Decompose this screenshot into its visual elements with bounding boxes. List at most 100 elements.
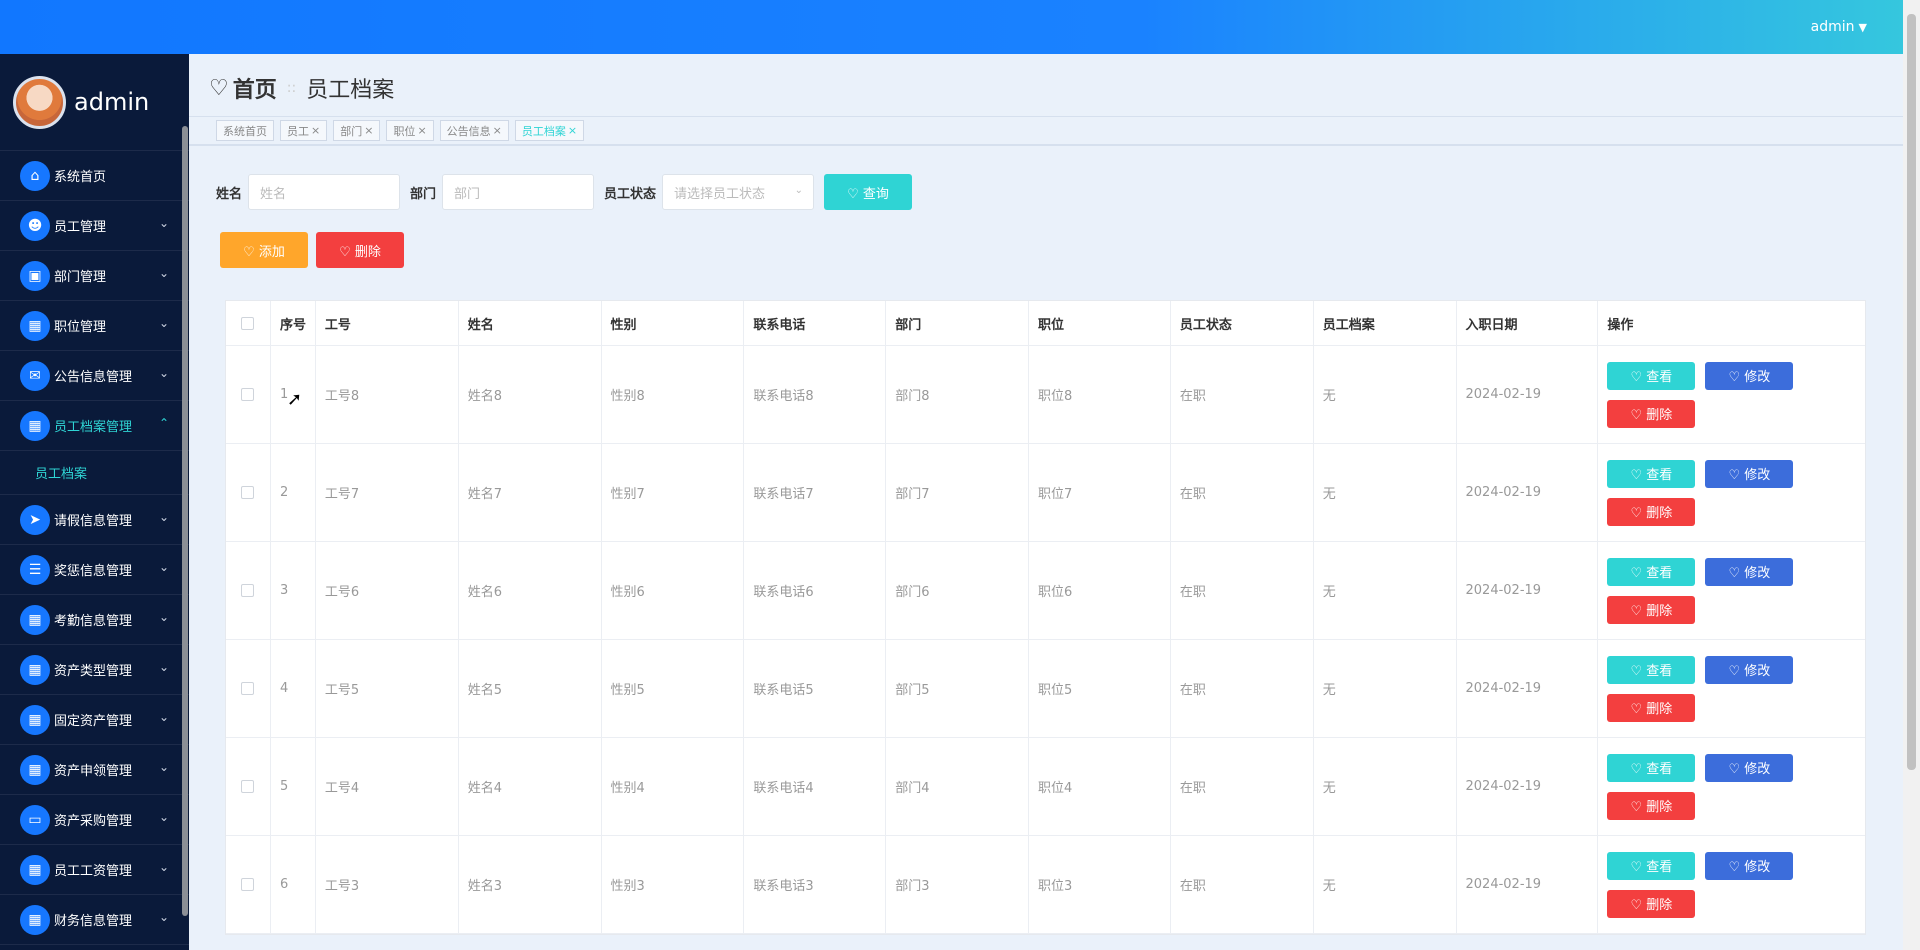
- sidebar-item[interactable]: ▦ 职位管理 ⌄: [0, 301, 189, 351]
- view-button[interactable]: ♡ 查看: [1607, 361, 1696, 390]
- sidebar-item[interactable]: ▣ 部门管理 ⌄: [0, 251, 189, 301]
- sidebar-scrollbar[interactable]: [182, 126, 188, 916]
- tab-label[interactable]: 员工: [287, 123, 309, 139]
- row-delete-button[interactable]: ♡ 删除: [1607, 399, 1696, 428]
- delete-button[interactable]: ♡ 删除: [316, 232, 404, 268]
- user-name[interactable]: admin: [1811, 19, 1855, 35]
- row-checkbox[interactable]: [241, 388, 255, 401]
- search-form: 姓名 姓名 部门 部门 员工状态 请选择员工状态 ⌄ ♡ 查询: [216, 174, 913, 210]
- chevron-icon: ⌄: [158, 910, 169, 924]
- close-icon[interactable]: ×: [417, 124, 426, 137]
- tab[interactable]: 职位 ×: [386, 120, 434, 141]
- sidebar-item[interactable]: ▦ 资产申领管理 ⌄: [0, 745, 189, 795]
- sidebar-item[interactable]: ☻ 员工管理 ⌄: [0, 201, 189, 251]
- sidebar-item[interactable]: ☰ 奖惩信息管理 ⌄: [0, 545, 189, 595]
- close-icon[interactable]: ×: [364, 124, 373, 137]
- row-delete-button[interactable]: ♡ 删除: [1607, 889, 1696, 918]
- sidebar-item-label: 系统首页: [54, 170, 107, 185]
- avatar: [13, 75, 66, 129]
- edit-button[interactable]: ♡ 修改: [1705, 459, 1794, 488]
- ops-cell: ♡ 查看 ♡ 修改 ♡ 删除: [1598, 346, 1865, 443]
- sidebar-item[interactable]: ⌂ 系统首页: [0, 151, 189, 201]
- view-button[interactable]: ♡ 查看: [1607, 851, 1696, 880]
- tab[interactable]: 部门 ×: [333, 120, 381, 141]
- tab-label[interactable]: 职位: [393, 123, 415, 139]
- row-delete-button[interactable]: ♡ 删除: [1607, 693, 1696, 722]
- table-cell: 姓名4: [459, 738, 602, 835]
- row-delete-button[interactable]: ♡ 删除: [1607, 791, 1696, 820]
- caret-down-icon[interactable]: ▼: [1859, 21, 1867, 34]
- tab-label[interactable]: 员工档案: [522, 123, 566, 139]
- table-cell: 联系电话3: [744, 836, 887, 933]
- tab-label[interactable]: 部门: [340, 123, 362, 139]
- row-checkbox[interactable]: [241, 878, 255, 891]
- ops-cell: ♡ 查看 ♡ 修改 ♡ 删除: [1598, 738, 1865, 835]
- menu-icon: ▣: [20, 260, 50, 291]
- status-label: 员工状态: [604, 186, 657, 202]
- user-menu[interactable]: admin ▼: [1811, 19, 1867, 35]
- tab[interactable]: 员工档案 ×: [514, 120, 585, 141]
- sidebar-item[interactable]: ▦ 考勤信息管理 ⌄: [0, 595, 189, 645]
- edit-button[interactable]: ♡ 修改: [1705, 851, 1794, 880]
- dept-input[interactable]: 部门: [442, 174, 595, 210]
- sidebar-item-label: 财务信息管理: [54, 914, 133, 929]
- query-button[interactable]: ♡ 查询: [824, 174, 913, 210]
- status-placeholder: 请选择员工状态: [674, 186, 766, 202]
- edit-button[interactable]: ♡ 修改: [1705, 557, 1794, 586]
- row-actions: ♡ 查看 ♡ 修改 ♡ 删除: [1607, 851, 1807, 918]
- table-cell: 工号3: [316, 836, 459, 933]
- row-delete-button[interactable]: ♡ 删除: [1607, 497, 1696, 526]
- sidebar-item-label: 部门管理: [54, 270, 107, 285]
- page-title: 员工档案: [306, 78, 395, 103]
- edit-button[interactable]: ♡ 修改: [1705, 753, 1794, 782]
- select-all-checkbox[interactable]: [241, 316, 255, 330]
- tab-label[interactable]: 系统首页: [223, 123, 267, 139]
- close-icon[interactable]: ×: [493, 124, 502, 137]
- add-button[interactable]: ♡ 添加: [220, 232, 308, 268]
- sidebar-item[interactable]: ▦ 固定资产管理 ⌄: [0, 695, 189, 745]
- sidebar-item[interactable]: ➤ 请假信息管理 ⌄: [0, 495, 189, 545]
- row-checkbox[interactable]: [241, 584, 255, 597]
- sidebar-item[interactable]: ✉ 公告信息管理 ⌄: [0, 351, 189, 401]
- sidebar-item[interactable]: ▭ 资产采购管理 ⌄: [0, 795, 189, 845]
- row-checkbox[interactable]: [241, 780, 255, 793]
- tab[interactable]: 公告信息 ×: [439, 120, 509, 141]
- sidebar-subitem-archive[interactable]: 员工档案: [0, 451, 189, 495]
- menu-icon: ☻: [20, 210, 50, 241]
- tab[interactable]: 系统首页: [216, 120, 274, 141]
- sidebar-item-label: 员工工资管理: [54, 864, 133, 879]
- row-checkbox[interactable]: [241, 682, 255, 695]
- breadcrumb-home[interactable]: 首页: [233, 72, 277, 104]
- table-cell: 姓名5: [459, 640, 602, 737]
- edit-button[interactable]: ♡ 修改: [1705, 655, 1794, 684]
- table-cell: 性别3: [602, 836, 745, 933]
- sidebar-item[interactable]: ▦ 财务信息管理 ⌄: [0, 895, 189, 945]
- view-button[interactable]: ♡ 查看: [1607, 459, 1696, 488]
- name-input[interactable]: 姓名: [248, 174, 401, 210]
- edit-button[interactable]: ♡ 修改: [1705, 361, 1794, 390]
- employee-archive-table: 序号 工号 姓名 性别 联系电话 部门 职位 员工状态 员工档案 入职日期 操作 1 工号8 姓名8 性别…: [225, 300, 1866, 935]
- top-bar: admin ▼: [0, 0, 1903, 54]
- sidebar-item-label: 公告信息管理: [54, 370, 133, 385]
- status-select[interactable]: 请选择员工状态 ⌄: [662, 174, 815, 210]
- table-cell: 姓名8: [459, 346, 602, 443]
- row-delete-button[interactable]: ♡ 删除: [1607, 595, 1696, 624]
- sidebar-item[interactable]: ▦ 资产类型管理 ⌄: [0, 645, 189, 695]
- sidebar-item[interactable]: ▦ 员工档案管理 ⌃: [0, 401, 189, 451]
- column-header: 部门: [886, 301, 1030, 345]
- table-cell: 4: [271, 640, 316, 737]
- view-button[interactable]: ♡ 查看: [1607, 557, 1696, 586]
- sidebar-item[interactable]: ▦ 员工工资管理 ⌄: [0, 845, 189, 895]
- page-scrollbar[interactable]: [1903, 0, 1920, 950]
- tab[interactable]: 员工 ×: [280, 120, 328, 141]
- tab-label[interactable]: 公告信息: [447, 123, 491, 139]
- table-cell: 无: [1314, 542, 1457, 639]
- close-icon[interactable]: ×: [568, 124, 577, 137]
- view-button[interactable]: ♡ 查看: [1607, 655, 1696, 684]
- close-icon[interactable]: ×: [311, 124, 320, 137]
- table-cell: 2024-02-19: [1457, 738, 1599, 835]
- row-checkbox[interactable]: [241, 486, 255, 499]
- checkbox-cell: [226, 444, 271, 541]
- scrollbar-thumb[interactable]: [1907, 14, 1916, 770]
- view-button[interactable]: ♡ 查看: [1607, 753, 1696, 782]
